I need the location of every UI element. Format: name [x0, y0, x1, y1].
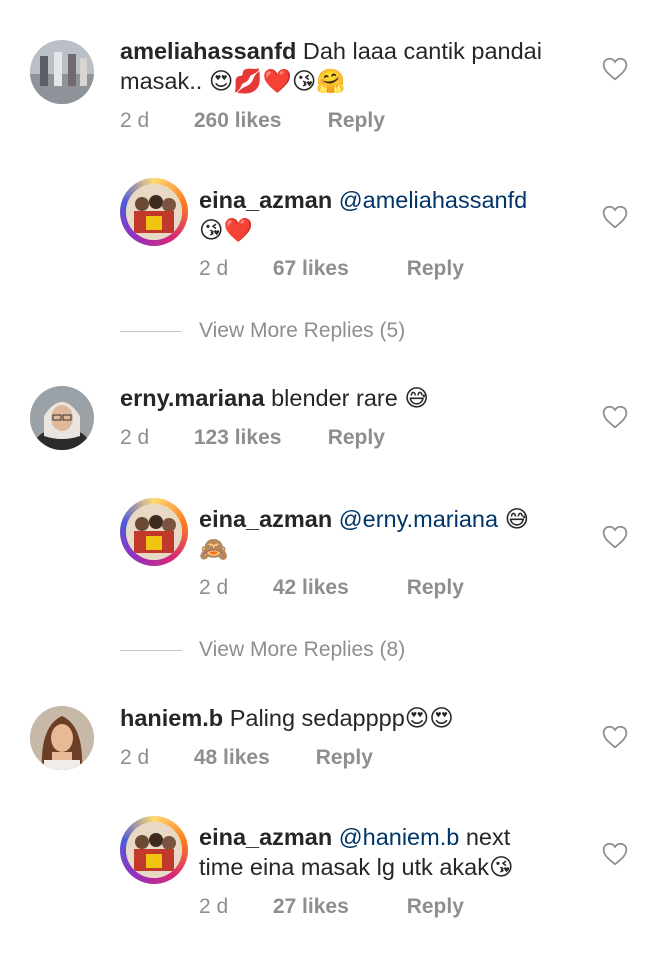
comment-item: ameliahassanfd Dah laaa cantik pandai ma…	[0, 0, 667, 170]
likes-count[interactable]: 260 likes	[194, 109, 322, 133]
avatar[interactable]	[120, 178, 188, 246]
reply-text: eina_azman @erny.mariana 😅 🙈	[199, 504, 599, 564]
reply-button[interactable]: Reply	[407, 895, 464, 919]
username[interactable]: eina_azman	[199, 824, 332, 850]
comment-body-cont: masak..	[120, 68, 203, 94]
comment-text: erny.mariana blender rare 😅	[120, 383, 590, 413]
emoji-group: 😅	[404, 384, 429, 412]
reply-item: eina_azman @haniem.b next time eina masa…	[0, 808, 667, 958]
divider	[120, 330, 182, 332]
likes-count[interactable]: 42 likes	[273, 576, 401, 600]
timestamp: 2 d	[120, 426, 150, 449]
reply-body: next	[465, 824, 511, 850]
comment-item: erny.mariana blender rare 😅 2 d 123 like…	[0, 370, 667, 480]
mention-link[interactable]: @erny.mariana	[339, 506, 498, 532]
comment-item: haniem.b Paling sedapppp😍😍 2 d 48 likes …	[0, 690, 667, 800]
comment-meta: 2 d 123 likes Reply	[120, 426, 385, 450]
avatar[interactable]	[30, 706, 94, 770]
heart-icon[interactable]	[602, 525, 628, 549]
comment-text: haniem.b Paling sedapppp😍😍	[120, 703, 590, 733]
likes-count[interactable]: 67 likes	[273, 257, 401, 281]
heart-icon[interactable]	[602, 205, 628, 229]
reply-button[interactable]: Reply	[316, 746, 373, 770]
reply-button[interactable]: Reply	[328, 109, 385, 133]
comment-body: Dah laaa cantik pandai	[302, 38, 542, 64]
emoji-group: 😍💋❤️😘🤗	[208, 67, 346, 95]
emoji-group: 😘	[488, 853, 514, 881]
reply-button[interactable]: Reply	[328, 426, 385, 450]
username[interactable]: ameliahassanfd	[120, 38, 296, 64]
likes-count[interactable]: 48 likes	[194, 746, 310, 770]
mention-link[interactable]: @haniem.b	[339, 824, 460, 850]
username[interactable]: eina_azman	[199, 506, 332, 532]
reply-meta: 2 d 27 likes Reply	[199, 895, 464, 919]
avatar[interactable]	[120, 816, 188, 884]
comment-body: blender rare	[271, 385, 398, 411]
emoji-group: 🙈	[199, 535, 229, 563]
likes-count[interactable]: 27 likes	[273, 895, 401, 919]
timestamp: 2 d	[199, 257, 229, 280]
mention-link[interactable]: @ameliahassanfd	[339, 187, 527, 213]
reply-item: eina_azman @erny.mariana 😅 🙈 2 d 42 like…	[0, 490, 667, 630]
avatar[interactable]	[120, 498, 188, 566]
emoji-group: 😘❤️	[199, 216, 253, 244]
username[interactable]: eina_azman	[199, 187, 332, 213]
reply-meta: 2 d 42 likes Reply	[199, 576, 464, 600]
timestamp: 2 d	[120, 746, 150, 769]
heart-icon[interactable]	[602, 842, 628, 866]
avatar[interactable]	[30, 386, 94, 450]
comment-meta: 2 d 260 likes Reply	[120, 109, 385, 133]
reply-text: eina_azman @ameliahassanfd 😘❤️	[199, 185, 599, 245]
avatar[interactable]	[30, 40, 94, 104]
emoji-group: 😅	[504, 505, 530, 533]
heart-icon[interactable]	[602, 405, 628, 429]
timestamp: 2 d	[199, 895, 229, 918]
likes-count[interactable]: 123 likes	[194, 426, 322, 450]
username[interactable]: haniem.b	[120, 705, 223, 731]
divider	[120, 649, 182, 651]
heart-icon[interactable]	[602, 57, 628, 81]
reply-meta: 2 d 67 likes Reply	[199, 257, 464, 281]
username[interactable]: erny.mariana	[120, 385, 265, 411]
comment-text: ameliahassanfd Dah laaa cantik pandai ma…	[120, 36, 590, 96]
heart-icon[interactable]	[602, 725, 628, 749]
emoji-group: 😍😍	[404, 704, 454, 732]
comment-meta: 2 d 48 likes Reply	[120, 746, 373, 770]
view-more-replies[interactable]: View More Replies (8)	[120, 638, 405, 662]
view-more-label[interactable]: View More Replies (8)	[199, 638, 405, 662]
timestamp: 2 d	[199, 576, 229, 599]
reply-item: eina_azman @ameliahassanfd 😘❤️ 2 d 67 li…	[0, 170, 667, 310]
reply-body-cont: time eina masak lg utk akak	[199, 854, 489, 880]
reply-button[interactable]: Reply	[407, 257, 464, 281]
view-more-replies[interactable]: View More Replies (5)	[120, 319, 405, 343]
reply-button[interactable]: Reply	[407, 576, 464, 600]
view-more-label[interactable]: View More Replies (5)	[199, 319, 405, 343]
comment-body: Paling sedapppp	[229, 705, 405, 731]
reply-text: eina_azman @haniem.b next time eina masa…	[199, 822, 599, 882]
timestamp: 2 d	[120, 109, 150, 132]
